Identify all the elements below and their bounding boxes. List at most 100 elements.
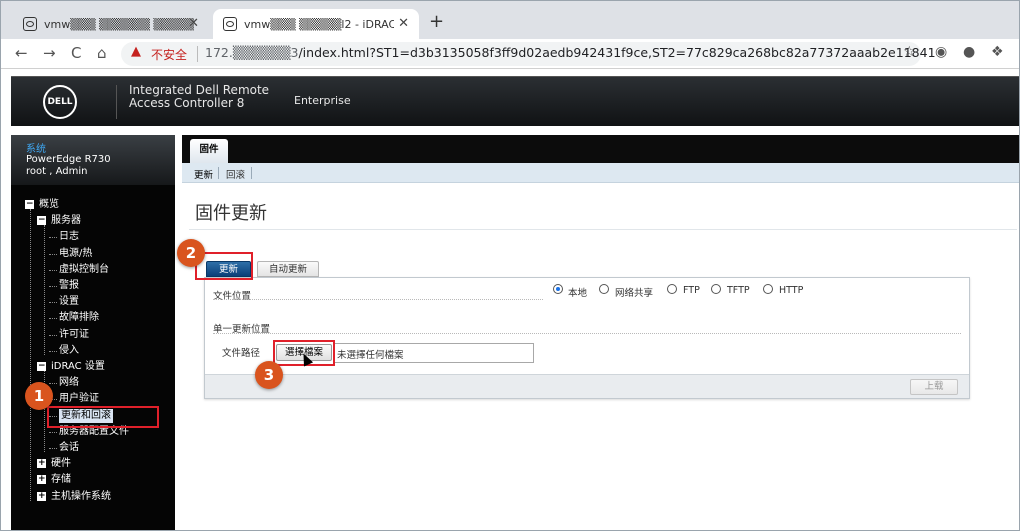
warning-icon: ▲: [131, 44, 141, 59]
url-host: 172.▒▒▒▒▒▒3: [205, 45, 299, 60]
step-badge: 3: [255, 361, 283, 389]
browser-tabstrip: vmw▒▒▒ ▒▒▒▒▒▒ ▒▒▒▒▒▒ ▒▒ - ✕ vmw▒▒▒ ▒▒▒▒▒…: [1, 1, 1019, 39]
tree-connector: [49, 269, 57, 271]
close-icon[interactable]: ✕: [398, 16, 409, 31]
divider: [189, 229, 1017, 230]
extension-icon[interactable]: ●: [963, 44, 975, 60]
top-tab-bar: 固件: [182, 135, 1019, 163]
tree-item[interactable]: 主机操作系统: [51, 490, 111, 504]
tree-connector: [49, 253, 57, 255]
upload-button[interactable]: 上载: [910, 379, 958, 395]
divider: [218, 167, 219, 179]
tree-item[interactable]: 用户验证: [59, 392, 99, 406]
system-title[interactable]: 系统: [26, 140, 46, 155]
browser-tab[interactable]: vmw▒▒▒ ▒▒▒▒▒▒ ▒▒▒▒▒▒ ▒▒ - ✕: [13, 9, 209, 39]
tree-connector: [49, 448, 57, 449]
collapse-icon[interactable]: −: [37, 216, 46, 226]
tree-connector: [49, 350, 57, 352]
tree-connector: [49, 431, 57, 433]
vmware-favicon-icon: [23, 17, 37, 31]
sub-tab-bar: 更新 回滚: [182, 163, 1019, 183]
tree-item[interactable]: 网络: [59, 376, 79, 390]
reload-icon[interactable]: C: [71, 44, 81, 62]
expand-icon[interactable]: +: [37, 459, 46, 469]
tree-connector: [44, 225, 45, 355]
url-path: /index.html?ST1=d3b3135058f3ff9d02aedb94…: [298, 45, 936, 60]
tree-item[interactable]: 设置: [59, 295, 79, 309]
sidebar: 系统 PowerEdge R730 root , Admin − 概览 − 服务器 日志…: [11, 135, 175, 530]
option-label: 网络共享: [615, 288, 654, 299]
collapse-icon[interactable]: −: [37, 362, 46, 371]
collapse-icon[interactable]: −: [25, 200, 34, 209]
option-label: HTTP: [779, 285, 804, 296]
step-badge: 2: [177, 239, 205, 267]
tree-item[interactable]: 许可证: [59, 328, 89, 342]
tree-connector: [30, 209, 31, 501]
tab-title: vmw▒▒▒ ▒▒▒▒▒▒ ▒▒▒▒▒▒ ▒▒ -: [44, 17, 194, 31]
system-summary: 系统 PowerEdge R730 root , Admin: [11, 135, 175, 185]
url-text[interactable]: 172.▒▒▒▒▒▒3/index.html?ST1=d3b3135058f3f…: [205, 45, 936, 60]
product-line-2: Access Controller 8: [129, 96, 245, 110]
product-name: Integrated Dell Remote Access Controller…: [129, 84, 269, 110]
tab-firmware[interactable]: 固件: [190, 139, 228, 163]
home-icon[interactable]: ⌂: [97, 44, 107, 62]
divider: [251, 167, 252, 179]
forward-arrow-icon[interactable]: →: [43, 44, 56, 62]
tree-item[interactable]: 服务器: [51, 214, 81, 228]
tab-auto-update[interactable]: 自动更新: [257, 261, 319, 277]
radio-network-share[interactable]: [599, 284, 609, 294]
back-arrow-icon[interactable]: ←: [15, 44, 28, 62]
tree-item[interactable]: 硬件: [51, 457, 71, 471]
option-label: FTP: [683, 285, 700, 296]
panel-footer: [205, 374, 969, 398]
radio-http[interactable]: [763, 284, 773, 294]
file-path-label: 文件路径: [222, 348, 261, 359]
tree-connector: [49, 334, 57, 336]
tree-item[interactable]: 日志: [59, 230, 79, 244]
tree-item[interactable]: 会话: [59, 441, 79, 455]
dropbox-icon[interactable]: ❖: [991, 44, 1004, 60]
address-toolbar: ← → C ⌂ ▲ 不安全 172.▒▒▒▒▒▒3/index.html?ST1…: [1, 39, 1019, 69]
browser-tab-active[interactable]: vmw▒▒▒ ▒▒▒▒▒l2 - iDRAC8 - ▒ ✕: [213, 9, 419, 39]
screen: vmw▒▒▒ ▒▒▒▒▒▒ ▒▒▒▒▒▒ ▒▒ - ✕ vmw▒▒▒ ▒▒▒▒▒…: [0, 0, 1020, 531]
tree-connector: [49, 318, 57, 320]
divider: [213, 333, 961, 334]
divider: [116, 85, 117, 119]
tree-item[interactable]: 电源/热: [59, 247, 92, 261]
expand-icon[interactable]: +: [37, 475, 46, 485]
security-warning[interactable]: 不安全: [151, 46, 187, 63]
star-icon[interactable]: ☆: [903, 44, 916, 60]
close-icon[interactable]: ✕: [188, 16, 199, 31]
radio-local[interactable]: [553, 284, 563, 294]
subtab-update[interactable]: 更新: [194, 167, 213, 181]
tree-item[interactable]: 存储: [51, 473, 71, 487]
user-info: root , Admin: [26, 166, 88, 177]
divider: [197, 46, 198, 62]
step-badge: 1: [25, 382, 53, 410]
tree-item[interactable]: 虚拟控制台: [59, 263, 109, 277]
extension-icon[interactable]: ◉: [935, 44, 947, 60]
option-label: TFTP: [727, 285, 750, 296]
tree-connector: [49, 302, 57, 304]
dell-logo: DELL: [43, 85, 77, 119]
edition-label: Enterprise: [294, 94, 351, 107]
server-model: PowerEdge R730: [26, 154, 111, 165]
divider: [213, 299, 543, 300]
idrac-header: DELL Integrated Dell Remote Access Contr…: [11, 76, 1019, 126]
tree-item[interactable]: 故障排除: [59, 311, 99, 325]
tree-connector: [49, 237, 57, 239]
no-file-text: 未選擇任何檔案: [337, 350, 404, 361]
radio-tftp[interactable]: [711, 284, 721, 294]
radio-ftp[interactable]: [667, 284, 677, 294]
tree-item[interactable]: 警报: [59, 279, 79, 293]
vmware-favicon-icon: [223, 17, 237, 31]
option-label: 本地: [568, 288, 588, 299]
expand-icon[interactable]: +: [37, 491, 46, 501]
subtab-rollback[interactable]: 回滚: [226, 167, 245, 181]
tree-item[interactable]: 侵入: [59, 344, 79, 358]
new-tab-button[interactable]: +: [429, 11, 444, 32]
tree-connector: [49, 383, 57, 385]
tree-item[interactable]: iDRAC 设置: [51, 360, 105, 374]
tree-connector: [49, 286, 57, 287]
tree-item[interactable]: 概览: [39, 198, 59, 212]
